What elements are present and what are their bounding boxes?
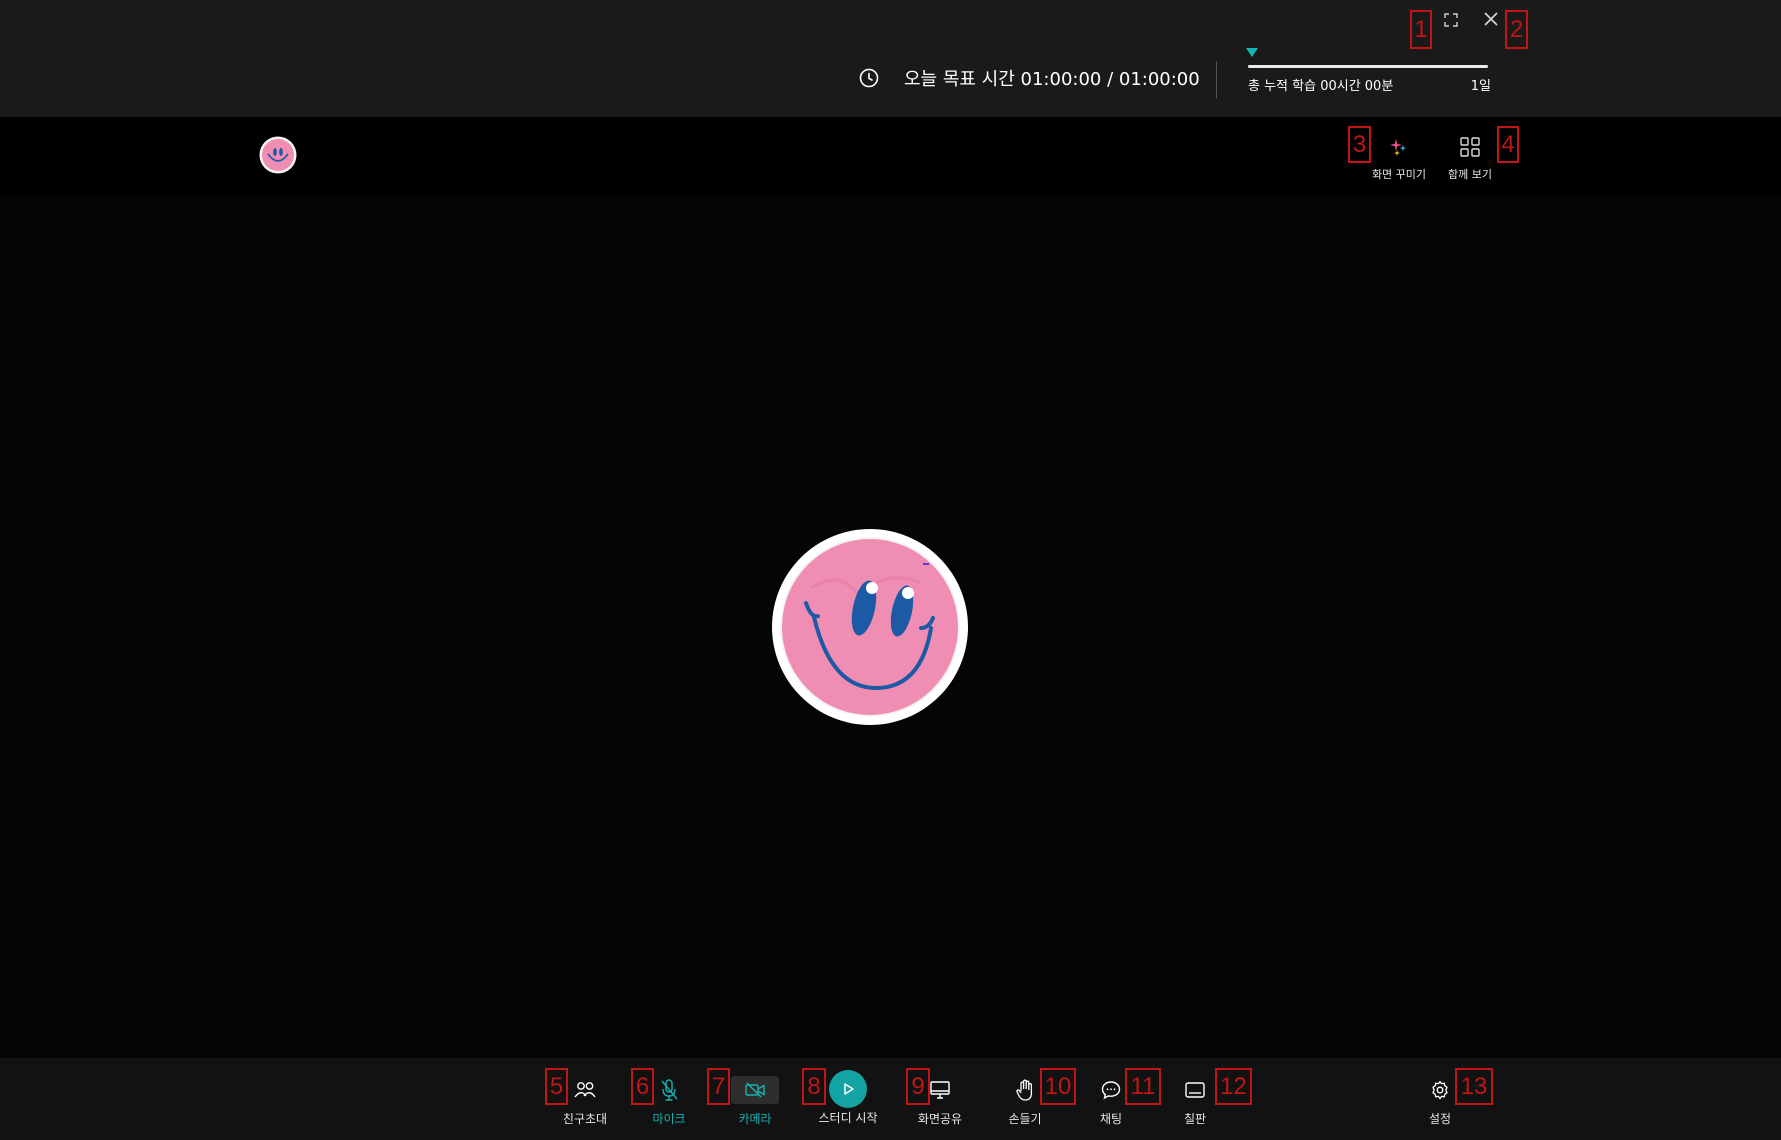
hand-icon bbox=[1016, 1079, 1033, 1101]
close-window-button[interactable] bbox=[1480, 8, 1502, 30]
main-avatar bbox=[772, 529, 968, 725]
whiteboard-button[interactable]: 칠판 bbox=[1170, 1058, 1220, 1140]
people-icon bbox=[574, 1082, 596, 1098]
grid-icon bbox=[1460, 137, 1480, 157]
video-stage bbox=[0, 197, 1781, 1058]
participant-bar: 화면 꾸미기 함께 보기 bbox=[0, 117, 1781, 197]
mic-off-icon bbox=[661, 1079, 678, 1101]
gallery-view-label: 함께 보기 bbox=[1448, 168, 1492, 181]
decorate-screen-button[interactable]: 화면 꾸미기 bbox=[1364, 132, 1434, 182]
play-icon bbox=[844, 1083, 854, 1095]
screen-share-button[interactable]: 화면공유 bbox=[910, 1058, 970, 1140]
cumulative-study-label: 총 누적 학습 00시간 00분 bbox=[1248, 79, 1394, 94]
monitor-icon bbox=[930, 1081, 950, 1099]
whiteboard-label: 칠판 bbox=[1183, 1112, 1207, 1126]
clock-icon bbox=[859, 68, 879, 88]
study-start-button[interactable]: 스터디 시작 bbox=[810, 1058, 886, 1140]
sparkle-icon bbox=[1390, 139, 1407, 156]
close-icon bbox=[1484, 12, 1498, 26]
mic-label: 마이크 bbox=[652, 1112, 686, 1126]
daily-goal: 오늘 목표 시간 01:00:00 / 01:00:00 bbox=[858, 63, 1200, 93]
gallery-view-button[interactable]: 함께 보기 bbox=[1440, 132, 1500, 182]
settings-label: 설정 bbox=[1428, 1112, 1452, 1126]
divider bbox=[1216, 61, 1217, 98]
decorate-screen-label: 화면 꾸미기 bbox=[1371, 168, 1427, 181]
invite-friend-label: 친구초대 bbox=[562, 1112, 608, 1126]
gear-icon bbox=[1432, 1080, 1448, 1100]
camera-label: 카메라 bbox=[738, 1112, 772, 1126]
screen-share-label: 화면공유 bbox=[917, 1112, 963, 1126]
play-circle bbox=[829, 1070, 867, 1108]
camera-off-icon bbox=[745, 1082, 765, 1098]
camera-box bbox=[731, 1076, 779, 1104]
chat-label: 채팅 bbox=[1099, 1112, 1123, 1126]
top-bar: 오늘 목표 시간 01:00:00 / 01:00:00 총 누적 학습 00시… bbox=[0, 0, 1781, 117]
fullscreen-button[interactable] bbox=[1441, 10, 1461, 30]
study-start-label: 스터디 시작 bbox=[818, 1111, 878, 1125]
daily-goal-text: 오늘 목표 시간 01:00:00 / 01:00:00 bbox=[904, 69, 1200, 90]
settings-button[interactable]: 설정 bbox=[1416, 1058, 1464, 1140]
invite-friend-button[interactable]: 친구초대 bbox=[555, 1058, 615, 1140]
chat-icon bbox=[1101, 1081, 1121, 1100]
camera-button[interactable]: 카메라 bbox=[730, 1058, 780, 1140]
days-label: 1일 bbox=[1470, 79, 1491, 94]
study-progress: 총 누적 학습 00시간 00분 1일 bbox=[1246, 48, 1491, 98]
control-bar: 친구초대 마이크 카메라 스터디 시작 화면공유 손들기 채팅 칠판 설정 bbox=[0, 1058, 1781, 1140]
expand-icon bbox=[1444, 13, 1458, 27]
chat-button[interactable]: 채팅 bbox=[1086, 1058, 1136, 1140]
progress-track bbox=[1248, 65, 1488, 68]
mic-button[interactable]: 마이크 bbox=[640, 1058, 698, 1140]
whiteboard-icon bbox=[1185, 1082, 1205, 1098]
participant-avatar[interactable] bbox=[259, 136, 297, 174]
raise-hand-label: 손들기 bbox=[1008, 1112, 1042, 1126]
progress-marker bbox=[1246, 48, 1258, 57]
raise-hand-button[interactable]: 손들기 bbox=[1000, 1058, 1050, 1140]
